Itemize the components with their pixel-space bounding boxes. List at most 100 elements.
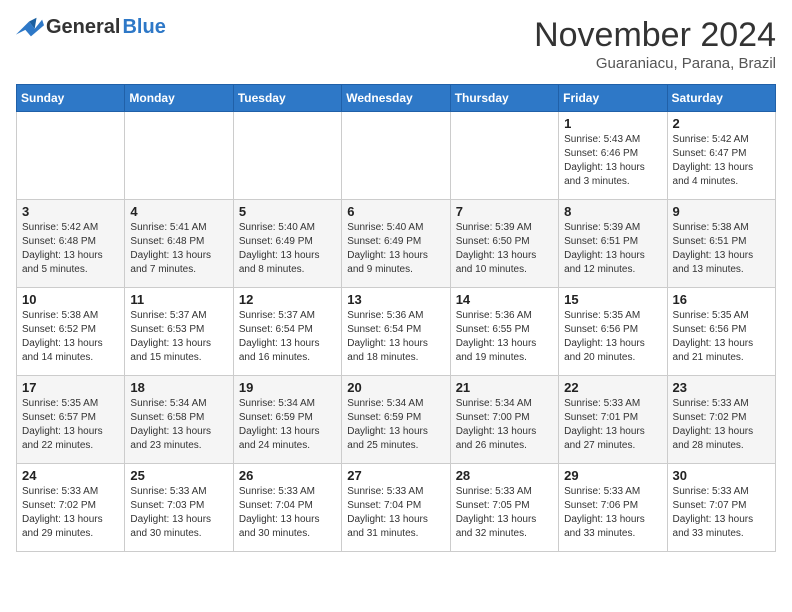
calendar-cell: 26Sunrise: 5:33 AM Sunset: 7:04 PM Dayli…: [233, 464, 341, 552]
day-number: 30: [673, 468, 770, 483]
day-number: 22: [564, 380, 661, 395]
calendar-cell: [342, 112, 450, 200]
day-number: 21: [456, 380, 553, 395]
calendar-week-3: 10 Sunrise: 5:38 AM Sunset: 6:52 PM Dayli…: [17, 288, 776, 376]
calendar-cell: 10 Sunrise: 5:38 AM Sunset: 6:52 PM Dayli…: [17, 288, 125, 376]
calendar-body: 1Sunrise: 5:43 AM Sunset: 6:46 PM Daylig…: [17, 112, 776, 552]
calendar-cell: 11 Sunrise: 5:37 AM Sunset: 6:53 PM Dayli…: [125, 288, 233, 376]
day-number: 3: [22, 204, 119, 219]
day-number: 14: [456, 292, 553, 307]
day-number: 28: [456, 468, 553, 483]
calendar-cell: 5 Sunrise: 5:40 AM Sunset: 6:49 PM Daylig…: [233, 200, 341, 288]
weekday-header-friday: Friday: [559, 85, 667, 112]
day-number: 5: [239, 204, 336, 219]
calendar-week-2: 3Sunrise: 5:42 AM Sunset: 6:48 PM Daylig…: [17, 200, 776, 288]
day-number: 15: [564, 292, 661, 307]
day-number: 9: [673, 204, 770, 219]
calendar-cell: 8Sunrise: 5:39 AM Sunset: 6:51 PM Daylig…: [559, 200, 667, 288]
calendar-week-5: 24Sunrise: 5:33 AM Sunset: 7:02 PM Dayli…: [17, 464, 776, 552]
calendar-cell: 22 Sunrise: 5:33 AM Sunset: 7:01 PM Dayli…: [559, 376, 667, 464]
calendar-cell: 15 Sunrise: 5:35 AM Sunset: 6:56 PM Dayli…: [559, 288, 667, 376]
day-info: Sunrise: 5:33 AM Sunset: 7:06 PM Dayligh…: [564, 485, 661, 541]
calendar-cell: 24Sunrise: 5:33 AM Sunset: 7:02 PM Dayli…: [17, 464, 125, 552]
day-number: 19: [239, 380, 336, 395]
day-info: Sunrise: 5:34 AM Sunset: 6:59 PM Dayligh…: [347, 397, 444, 453]
day-number: 12: [239, 292, 336, 307]
day-info: Sunrise: 5:33 AM Sunset: 7:05 PM Dayligh…: [456, 485, 553, 541]
day-info: Sunrise: 5:36 AM Sunset: 6:54 PM Dayligh…: [347, 309, 444, 365]
day-info: Sunrise: 5:33 AM Sunset: 7:04 PM Dayligh…: [239, 485, 336, 541]
day-number: 20: [347, 380, 444, 395]
day-number: 29: [564, 468, 661, 483]
day-number: 17: [22, 380, 119, 395]
calendar-cell: 9 Sunrise: 5:38 AM Sunset: 6:51 PM Daylig…: [667, 200, 775, 288]
day-info: Sunrise: 5:43 AM Sunset: 6:46 PM Dayligh…: [564, 133, 661, 189]
calendar-cell: [125, 112, 233, 200]
calendar-cell: 4 Sunrise: 5:41 AM Sunset: 6:48 PM Daylig…: [125, 200, 233, 288]
day-info: Sunrise: 5:36 AM Sunset: 6:55 PM Dayligh…: [456, 309, 553, 365]
day-info: Sunrise: 5:35 AM Sunset: 6:56 PM Dayligh…: [673, 309, 770, 365]
calendar-cell: 29 Sunrise: 5:33 AM Sunset: 7:06 PM Dayli…: [559, 464, 667, 552]
day-info: Sunrise: 5:34 AM Sunset: 6:58 PM Dayligh…: [130, 397, 227, 453]
day-info: Sunrise: 5:35 AM Sunset: 6:56 PM Dayligh…: [564, 309, 661, 365]
day-info: Sunrise: 5:42 AM Sunset: 6:47 PM Dayligh…: [673, 133, 770, 189]
logo-general: General: [46, 16, 120, 39]
day-info: Sunrise: 5:40 AM Sunset: 6:49 PM Dayligh…: [239, 221, 336, 277]
calendar-cell: 7 Sunrise: 5:39 AM Sunset: 6:50 PM Daylig…: [450, 200, 558, 288]
calendar-week-4: 17Sunrise: 5:35 AM Sunset: 6:57 PM Dayli…: [17, 376, 776, 464]
day-info: Sunrise: 5:33 AM Sunset: 7:07 PM Dayligh…: [673, 485, 770, 541]
day-number: 18: [130, 380, 227, 395]
calendar-cell: 20 Sunrise: 5:34 AM Sunset: 6:59 PM Dayli…: [342, 376, 450, 464]
logo-bird-icon: [16, 17, 44, 39]
calendar-cell: 6Sunrise: 5:40 AM Sunset: 6:49 PM Daylig…: [342, 200, 450, 288]
day-info: Sunrise: 5:41 AM Sunset: 6:48 PM Dayligh…: [130, 221, 227, 277]
page-header: General Blue November 2024 Guaraniacu, P…: [16, 16, 776, 72]
day-number: 11: [130, 292, 227, 307]
weekday-header-tuesday: Tuesday: [233, 85, 341, 112]
month-title: November 2024: [534, 16, 776, 55]
day-number: 23: [673, 380, 770, 395]
logo-blue: Blue: [122, 16, 165, 39]
calendar-cell: [450, 112, 558, 200]
calendar-week-1: 1Sunrise: 5:43 AM Sunset: 6:46 PM Daylig…: [17, 112, 776, 200]
day-info: Sunrise: 5:34 AM Sunset: 7:00 PM Dayligh…: [456, 397, 553, 453]
weekday-header-sunday: Sunday: [17, 85, 125, 112]
calendar-cell: 13 Sunrise: 5:36 AM Sunset: 6:54 PM Dayli…: [342, 288, 450, 376]
logo: General Blue: [16, 16, 166, 39]
calendar-table: SundayMondayTuesdayWednesdayThursdayFrid…: [16, 84, 776, 552]
day-info: Sunrise: 5:33 AM Sunset: 7:01 PM Dayligh…: [564, 397, 661, 453]
calendar-cell: 27 Sunrise: 5:33 AM Sunset: 7:04 PM Dayli…: [342, 464, 450, 552]
day-number: 25: [130, 468, 227, 483]
calendar-cell: 18 Sunrise: 5:34 AM Sunset: 6:58 PM Dayli…: [125, 376, 233, 464]
calendar-cell: 30 Sunrise: 5:33 AM Sunset: 7:07 PM Dayli…: [667, 464, 775, 552]
day-number: 13: [347, 292, 444, 307]
weekday-header-thursday: Thursday: [450, 85, 558, 112]
calendar-cell: 17Sunrise: 5:35 AM Sunset: 6:57 PM Dayli…: [17, 376, 125, 464]
day-info: Sunrise: 5:38 AM Sunset: 6:52 PM Dayligh…: [22, 309, 119, 365]
calendar-cell: [17, 112, 125, 200]
calendar-cell: [233, 112, 341, 200]
day-info: Sunrise: 5:34 AM Sunset: 6:59 PM Dayligh…: [239, 397, 336, 453]
title-block: November 2024 Guaraniacu, Parana, Brazil: [534, 16, 776, 72]
day-number: 2: [673, 116, 770, 131]
day-number: 7: [456, 204, 553, 219]
day-info: Sunrise: 5:33 AM Sunset: 7:02 PM Dayligh…: [22, 485, 119, 541]
day-info: Sunrise: 5:37 AM Sunset: 6:53 PM Dayligh…: [130, 309, 227, 365]
location-subtitle: Guaraniacu, Parana, Brazil: [534, 55, 776, 72]
calendar-cell: 19 Sunrise: 5:34 AM Sunset: 6:59 PM Dayli…: [233, 376, 341, 464]
day-info: Sunrise: 5:39 AM Sunset: 6:50 PM Dayligh…: [456, 221, 553, 277]
weekday-header-saturday: Saturday: [667, 85, 775, 112]
day-number: 6: [347, 204, 444, 219]
day-number: 10: [22, 292, 119, 307]
day-number: 27: [347, 468, 444, 483]
day-number: 16: [673, 292, 770, 307]
calendar-cell: 14 Sunrise: 5:36 AM Sunset: 6:55 PM Dayli…: [450, 288, 558, 376]
calendar-cell: 2 Sunrise: 5:42 AM Sunset: 6:47 PM Daylig…: [667, 112, 775, 200]
weekday-header-monday: Monday: [125, 85, 233, 112]
calendar-cell: 1Sunrise: 5:43 AM Sunset: 6:46 PM Daylig…: [559, 112, 667, 200]
calendar-cell: 25Sunrise: 5:33 AM Sunset: 7:03 PM Dayli…: [125, 464, 233, 552]
day-number: 4: [130, 204, 227, 219]
day-info: Sunrise: 5:38 AM Sunset: 6:51 PM Dayligh…: [673, 221, 770, 277]
day-info: Sunrise: 5:37 AM Sunset: 6:54 PM Dayligh…: [239, 309, 336, 365]
day-info: Sunrise: 5:33 AM Sunset: 7:04 PM Dayligh…: [347, 485, 444, 541]
